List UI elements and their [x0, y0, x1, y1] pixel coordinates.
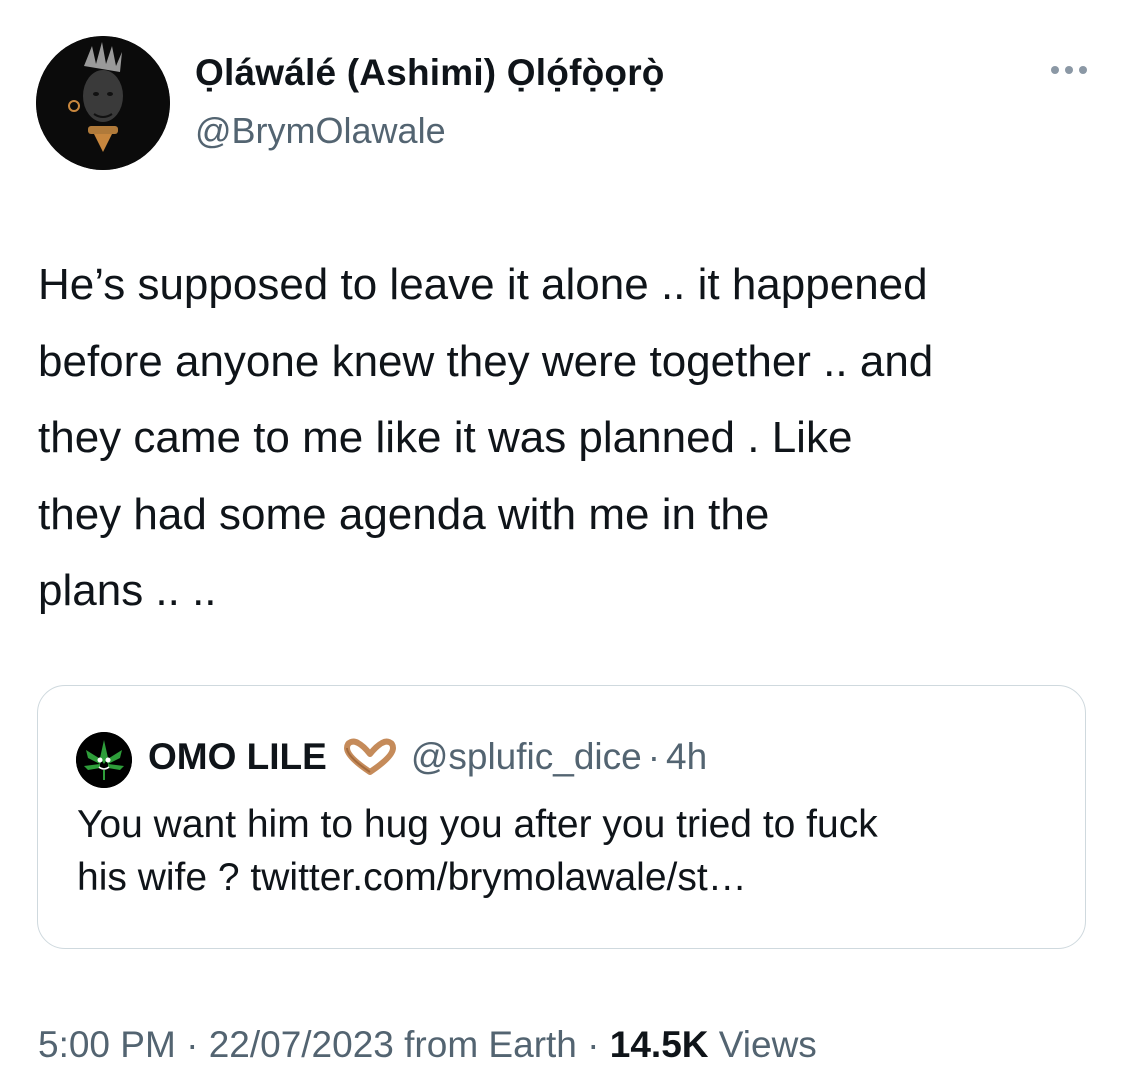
- views-count[interactable]: 14.5K: [610, 1024, 709, 1065]
- portrait-avatar-icon: [36, 36, 170, 170]
- tweet-line: He’s supposed to leave it alone .. it ha…: [38, 260, 928, 309]
- tweet-time[interactable]: 5:00 PM: [38, 1024, 176, 1065]
- cannabis-leaf-avatar-icon: [76, 732, 132, 788]
- author-avatar[interactable]: [36, 36, 170, 170]
- views-label: Views: [708, 1024, 817, 1065]
- tweet-line: before anyone knew they were together ..…: [38, 336, 934, 386]
- quoted-timestamp: 4h: [666, 736, 708, 777]
- tweet-text: He’s supposed to leave it alone .. it ha…: [38, 247, 1098, 630]
- tweet-meta: 5:00 PM · 22/07/2023 from Earth · 14.5K …: [38, 1024, 817, 1066]
- author-handle[interactable]: @BrymOlawale: [195, 110, 446, 152]
- separator: ·: [647, 736, 661, 777]
- quoted-line: You want him to hug you after you tried …: [77, 803, 878, 846]
- heart-hands-icon: [341, 738, 399, 776]
- tweet-source: from Earth: [393, 1024, 577, 1065]
- tweet-line: they had some agenda with me in the: [38, 489, 770, 539]
- quoted-line: his wife ? twitter.com/brymolawale/st…: [77, 856, 747, 899]
- separator: ·: [576, 1024, 610, 1065]
- quoted-tweet-card[interactable]: OMO LILE @splufic_dice · 4h You want him…: [37, 685, 1086, 949]
- separator: ·: [175, 1024, 209, 1065]
- tweet-line: they came to me like it was planned . Li…: [38, 413, 853, 462]
- quoted-tweet-text: You want him to hug you after you tried …: [77, 798, 1067, 904]
- more-options-button[interactable]: [1051, 66, 1087, 74]
- tweet-line: plans .. ..: [38, 566, 217, 615]
- tweet-date[interactable]: 22/07/2023: [209, 1024, 394, 1065]
- quoted-handle: @splufic_dice: [410, 736, 642, 777]
- more-horizontal-icon-dot: [1079, 66, 1087, 74]
- author-display-name[interactable]: Ọláwálé (Ashimi) Ọlọ́fọ̀ọrọ̀: [195, 52, 665, 94]
- more-horizontal-icon: [1051, 66, 1059, 74]
- quoted-tweet-header: OMO LILE @splufic_dice · 4h: [148, 736, 707, 778]
- more-horizontal-icon-dot: [1065, 66, 1073, 74]
- quoted-author-avatar: [76, 732, 132, 788]
- quoted-display-name: OMO LILE: [148, 736, 327, 777]
